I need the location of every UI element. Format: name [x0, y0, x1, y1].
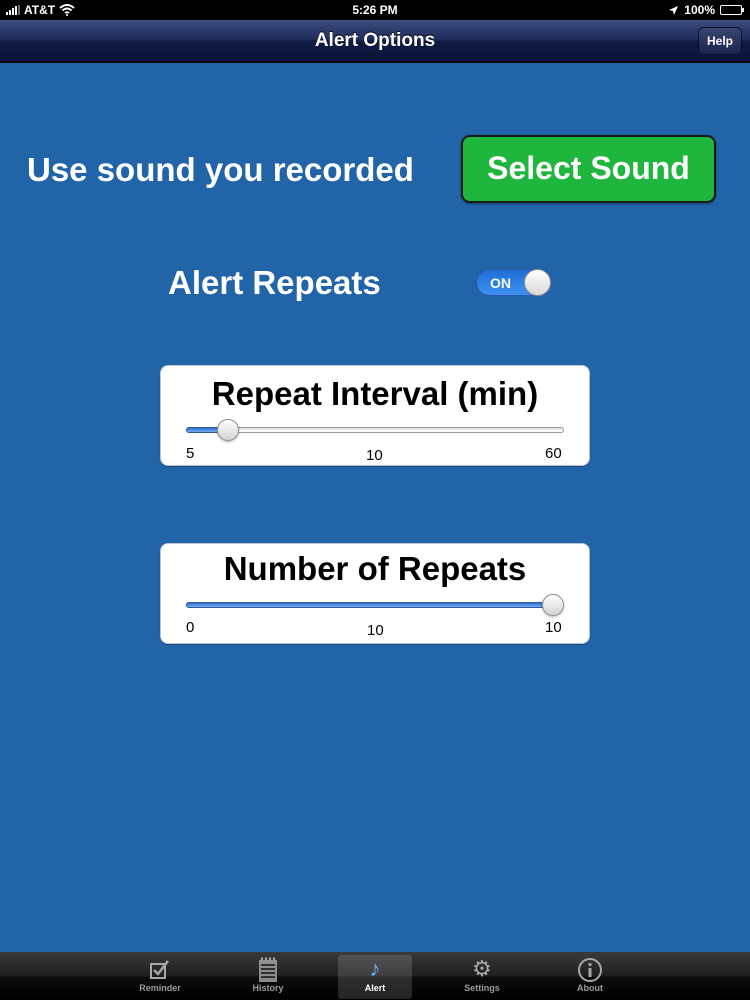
recorded-sound-label: Use sound you recorded — [27, 151, 414, 188]
slider-fill — [186, 602, 553, 608]
tab-reminder[interactable]: Reminder — [123, 955, 197, 999]
status-bar: AT&T 5:26 PM 100% — [0, 0, 750, 20]
toggle-state-label: ON — [490, 275, 511, 291]
alert-repeats-label: Alert Repeats — [168, 264, 381, 301]
battery-percent: 100% — [684, 3, 715, 17]
slider-thumb[interactable] — [542, 594, 564, 616]
interval-max-label: 60 — [545, 445, 562, 462]
interval-min-label: 5 — [186, 445, 195, 462]
tab-label: Reminder — [139, 983, 181, 993]
toggle-knob[interactable] — [524, 269, 551, 296]
gear-icon: ⚙ — [472, 956, 492, 981]
slider-track — [186, 427, 564, 433]
alert-repeats-toggle[interactable]: ON — [476, 269, 551, 296]
tab-history[interactable]: History — [231, 955, 305, 999]
notepad-icon — [231, 955, 305, 983]
help-button[interactable]: Help — [698, 27, 742, 55]
tab-alert[interactable]: ♪ Alert — [338, 955, 412, 999]
tab-label: About — [577, 983, 603, 993]
tab-label: History — [252, 983, 284, 993]
number-of-repeats-slider[interactable] — [186, 594, 564, 616]
number-of-repeats-panel: Number of Repeats 0 10 10 — [160, 543, 590, 644]
repeats-mid-label: 10 — [367, 622, 384, 639]
repeat-interval-title: Repeat Interval (min) — [211, 375, 539, 412]
location-arrow-icon — [669, 5, 679, 15]
checkbox-icon — [123, 955, 197, 983]
select-sound-button[interactable]: Select Sound — [461, 135, 716, 203]
repeat-interval-panel: Repeat Interval (min) 5 10 60 — [160, 365, 590, 466]
number-of-repeats-title: Number of Repeats — [223, 550, 527, 587]
tab-label: Settings — [464, 983, 500, 993]
slider-thumb[interactable] — [217, 419, 239, 441]
tab-settings[interactable]: ⚙ Settings — [445, 955, 519, 999]
battery-icon — [720, 5, 744, 15]
tab-label: Alert — [364, 983, 386, 993]
repeats-min-label: 0 — [186, 619, 195, 636]
music-note-icon: ♪ — [369, 956, 381, 981]
repeats-max-label: 10 — [545, 619, 562, 636]
page-title: Alert Options — [314, 30, 436, 51]
interval-mid-label: 10 — [366, 447, 383, 464]
alert-options-content: Use sound you recorded Select Sound Aler… — [0, 63, 750, 952]
tab-bar: Reminder History ♪ Alert ⚙ Settings Abou… — [0, 952, 750, 1000]
tab-about[interactable]: About — [553, 955, 627, 999]
repeat-interval-slider[interactable] — [186, 419, 564, 441]
info-icon — [553, 955, 627, 983]
status-right: 100% — [668, 3, 744, 17]
navigation-bar: Alert Options Help — [0, 20, 750, 62]
status-time: 5:26 PM — [352, 3, 398, 17]
